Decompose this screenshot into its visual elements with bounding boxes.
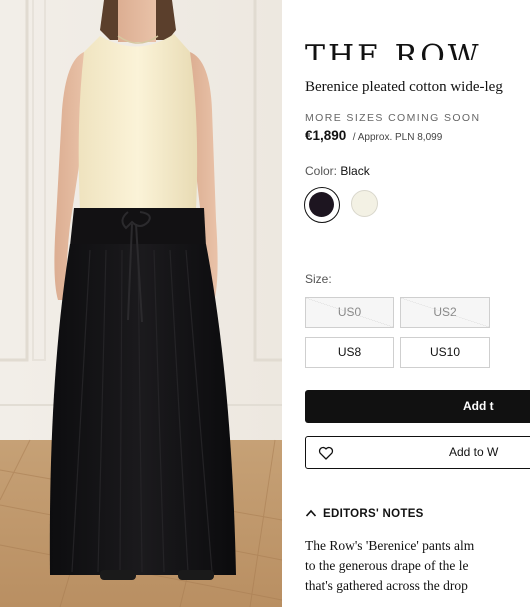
editors-notes-line: that's gathered across the drop bbox=[305, 578, 468, 593]
price-approx: / Approx. PLN 8,099 bbox=[352, 132, 443, 143]
brand-name[interactable]: THE ROW bbox=[305, 30, 525, 60]
sizes-coming-soon-note: MORE SIZES COMING SOON bbox=[305, 112, 481, 124]
editors-notes-text: The Row's 'Berenice' pants alm to the ge… bbox=[305, 536, 530, 596]
size-option-us8[interactable]: US8 bbox=[305, 337, 394, 368]
editors-notes-heading: EDITORS' NOTES bbox=[323, 508, 424, 520]
add-to-wishlist-button[interactable]: Add to W bbox=[305, 436, 530, 469]
color-selected-value: Black bbox=[340, 164, 370, 178]
price: €1,890 bbox=[305, 128, 347, 143]
add-to-bag-button[interactable]: Add t bbox=[305, 390, 530, 423]
size-option-us10[interactable]: US10 bbox=[400, 337, 490, 368]
chevron-up-icon bbox=[305, 509, 317, 517]
model-photo-illustration bbox=[0, 0, 282, 607]
editors-notes-line: The Row's 'Berenice' pants alm bbox=[305, 538, 475, 553]
editors-notes-toggle[interactable]: EDITORS' NOTES bbox=[305, 508, 424, 520]
color-swatch-cream[interactable] bbox=[348, 187, 384, 223]
heart-icon bbox=[318, 446, 334, 460]
size-label: Size: bbox=[305, 272, 332, 286]
color-swatch-black[interactable] bbox=[304, 187, 340, 223]
editors-notes-line: to the generous drape of the le bbox=[305, 558, 469, 573]
swatch-fill-cream bbox=[351, 190, 378, 217]
product-title: Berenice pleated cotton wide-leg bbox=[305, 79, 503, 95]
color-label: Color: bbox=[305, 164, 338, 178]
size-option-us0[interactable]: US0 bbox=[305, 297, 394, 328]
size-option-us2[interactable]: US2 bbox=[400, 297, 490, 328]
swatch-fill-black bbox=[309, 192, 334, 217]
product-details-panel: THE ROW Berenice pleated cotton wide-leg… bbox=[282, 0, 530, 607]
add-to-wishlist-label: Add to W bbox=[449, 445, 499, 459]
product-image[interactable] bbox=[0, 0, 282, 607]
price-row: €1,890 / Approx. PLN 8,099 bbox=[305, 127, 442, 145]
color-row: Color: Black bbox=[305, 164, 370, 178]
